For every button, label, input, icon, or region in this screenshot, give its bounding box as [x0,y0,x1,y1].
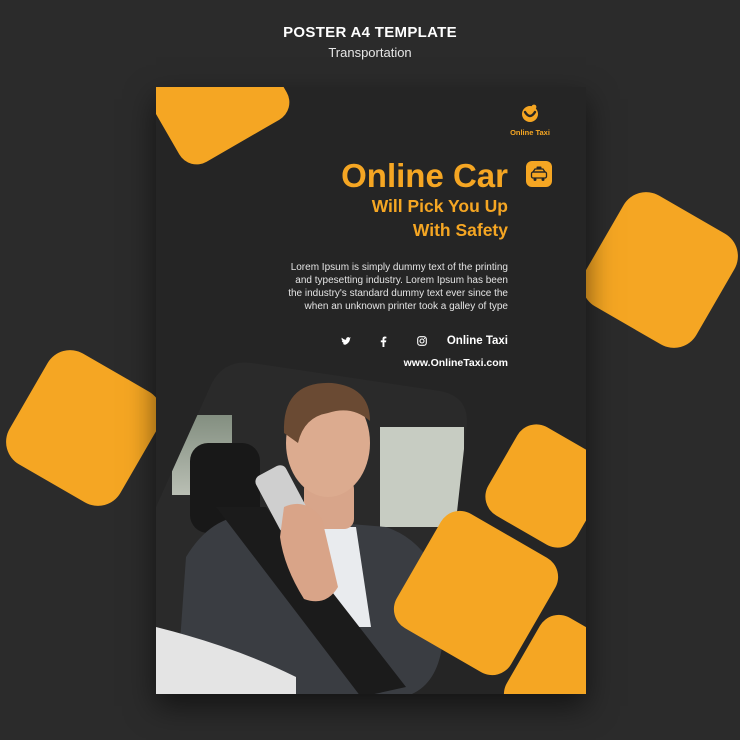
headline: Online Car [341,157,508,194]
facebook-icon[interactable] [377,334,391,348]
bg-yellow-square-right [572,182,740,358]
instagram-icon[interactable] [415,334,429,348]
social-handle: Online Taxi [446,335,508,347]
page-subtitle: Transportation [328,45,412,60]
logo-label: Online Taxi [510,128,550,137]
bg-yellow-square-left [0,340,172,516]
logo-icon [522,104,538,122]
poster: Online Taxi Online Car Will Pick You Up … [156,87,586,694]
taxi-badge [526,161,552,187]
body-line: and typesetting industry. Lorem Ipsum ha… [295,275,508,286]
subline-line-2: With Safety [412,220,508,240]
page-title: POSTER A4 TEMPLATE [283,24,457,41]
brand-logo: Online Taxi [510,103,550,137]
body-copy: Lorem Ipsum is simply dummy text of the … [268,261,508,313]
taxi-icon [530,166,548,181]
body-line: the industry's standard dummy text ever … [288,288,508,299]
body-line: when an unknown printer took a galley of… [304,301,508,312]
social-row: Online Taxi [339,333,508,349]
twitter-icon[interactable] [339,334,353,348]
body-line: Lorem Ipsum is simply dummy text of the … [290,262,508,273]
subline-line-1: Will Pick You Up [371,196,508,216]
website-link[interactable]: www.OnlineTaxi.com [404,357,508,369]
subline: Will Pick You Up With Safety [248,194,508,242]
